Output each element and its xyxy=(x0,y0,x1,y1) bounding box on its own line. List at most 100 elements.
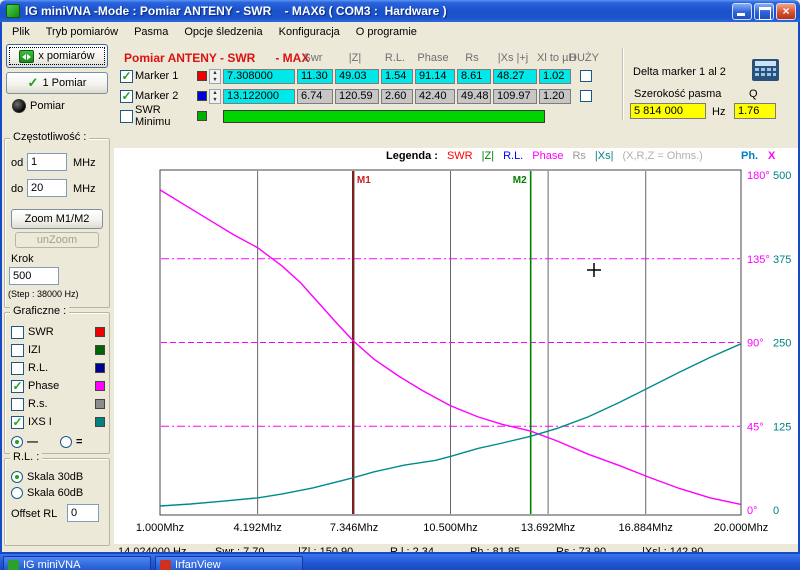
legend-title: Legenda : xyxy=(386,150,438,162)
rl-group-title: R.L. : xyxy=(10,451,43,463)
trace-row-xs: ✓ IXS I xyxy=(11,414,105,430)
spinner-down-icon[interactable]: ▼ xyxy=(210,77,220,83)
chart-legend: Legenda : SWR |Z| R.L. Phase Rs |Xs| (X,… xyxy=(386,150,703,162)
do-unit-label: MHz xyxy=(73,183,96,195)
svg-text:7.346Mhz: 7.346Mhz xyxy=(330,522,378,534)
marker2-z: 120.59 xyxy=(335,88,379,104)
scale-30db-label: Skala 30dB xyxy=(27,471,84,483)
spinner-up-icon[interactable]: ▲ xyxy=(210,90,220,97)
calculator-icon[interactable] xyxy=(752,59,779,81)
trace-xs-color-swatch xyxy=(95,417,105,427)
svg-text:135°: 135° xyxy=(747,254,770,266)
maximize-button[interactable] xyxy=(754,3,774,20)
rl-scale-60-row: Skala 60dB xyxy=(11,485,83,501)
line-style-double-radio[interactable] xyxy=(60,436,72,448)
svg-text:45°: 45° xyxy=(747,421,764,433)
title-bar: IG miniVNA -Mode : Pomiar ANTENY - SWR -… xyxy=(0,0,800,22)
menu-plik[interactable]: Plik xyxy=(4,24,38,40)
frequency-group: Częstotliwość : od MHz do MHz Zoom M1/M2… xyxy=(4,131,110,308)
offset-rl-input[interactable] xyxy=(67,504,99,522)
marker2-duzy-checkbox[interactable] xyxy=(580,90,592,102)
axis-label-x: X xyxy=(768,150,776,162)
line-style-solid-radio[interactable] xyxy=(11,436,23,448)
window-title: IG miniVNA -Mode : Pomiar ANTENY - SWR -… xyxy=(25,4,447,18)
menu-pasma[interactable]: Pasma xyxy=(126,24,176,40)
svg-text:0°: 0° xyxy=(747,505,758,517)
taskbar-item-irfanview[interactable]: IrfanView xyxy=(155,556,303,570)
marker1-row: ✓ Marker 1 ▲ ▼ 7.308000 11.30 49.03 1.54… xyxy=(120,68,599,84)
menu-opcje-sledzenia[interactable]: Opcje śledzenia xyxy=(176,24,270,40)
marker2-swr: 6.74 xyxy=(297,88,333,104)
marker1-z: 49.03 xyxy=(335,68,379,84)
do-label: do xyxy=(11,183,24,195)
q-value: 1.76 xyxy=(734,103,776,119)
freq-from-input[interactable] xyxy=(27,153,67,171)
single-measure-label: 1 Pomiar xyxy=(42,77,87,89)
taskbar: IG miniVNA IrfanView xyxy=(0,554,800,570)
marker1-frequency: 7.308000 xyxy=(223,68,295,84)
trace-swr-checkbox[interactable] xyxy=(11,325,24,339)
menu-tryb-pomiarow[interactable]: Tryb pomiarów xyxy=(38,24,126,40)
trace-row-rl: R.L. xyxy=(11,360,105,376)
marker1-xl: 1.02 xyxy=(539,68,571,84)
marker2-rs: 49.48 xyxy=(457,88,491,104)
irfanview-task-label: IrfanView xyxy=(175,559,221,570)
svg-text:500: 500 xyxy=(773,170,791,182)
trace-swr-color-swatch xyxy=(95,327,105,337)
delta-divider xyxy=(622,48,624,120)
marker1-duzy-checkbox[interactable] xyxy=(580,70,592,82)
krok-label: Krok xyxy=(11,253,34,265)
marker1-xs: 48.27 xyxy=(493,68,537,84)
svg-text:16.884Mhz: 16.884Mhz xyxy=(618,522,672,534)
single-measure-button[interactable]: ✓ 1 Pomiar xyxy=(6,72,108,94)
check-icon: ✓ xyxy=(27,75,39,90)
svg-text:180°: 180° xyxy=(747,170,770,182)
chart-svg[interactable]: 1.000Mhz 4.192Mhz 7.346Mhz 10.500Mhz 13.692M… xyxy=(114,166,798,544)
menu-konfiguracja[interactable]: Konfiguracja xyxy=(271,24,348,40)
column-rl: R.L. xyxy=(384,52,406,64)
trace-z-checkbox[interactable] xyxy=(11,343,24,357)
taskbar-item-minivna[interactable]: IG miniVNA xyxy=(3,556,151,570)
spinner-up-icon[interactable]: ▲ xyxy=(210,70,220,77)
spinner-down-icon[interactable]: ▼ xyxy=(210,97,220,103)
multi-measure-label: x pomiarów xyxy=(38,50,95,62)
swr-minimum-row: SWR Minimu xyxy=(120,104,545,128)
trace-xs-checkbox[interactable]: ✓ xyxy=(11,415,24,429)
close-button[interactable]: × xyxy=(776,3,796,20)
legend-rs: Rs xyxy=(572,150,586,162)
traces-group: Graficzne : SWR IZI R.L. ✓ Phase R.s. ✓ … xyxy=(4,305,110,454)
pomiar-led-icon[interactable] xyxy=(12,99,26,113)
column-phase: Phase xyxy=(417,52,449,64)
scale-30db-radio[interactable] xyxy=(11,471,23,483)
zoom-m1-m2-button[interactable]: Zoom M1/M2 xyxy=(11,209,103,229)
menu-o-programie[interactable]: O programie xyxy=(348,24,425,40)
marker2-spinner[interactable]: ▲ ▼ xyxy=(209,88,221,104)
marker1-spinner[interactable]: ▲ ▼ xyxy=(209,68,221,84)
krok-input[interactable] xyxy=(9,267,59,285)
multi-measure-button[interactable]: x pomiarów xyxy=(6,44,108,68)
irfanview-task-icon xyxy=(160,559,171,570)
od-unit-label: MHz xyxy=(73,157,96,169)
line-style-row: — = xyxy=(11,434,105,450)
trace-phase-checkbox[interactable]: ✓ xyxy=(11,379,24,393)
swr-minimum-checkbox[interactable] xyxy=(120,109,133,123)
q-label: Q xyxy=(749,88,758,100)
marker2-checkbox[interactable]: ✓ xyxy=(120,89,133,103)
marker2-xl: 1.20 xyxy=(539,88,571,104)
od-label: od xyxy=(11,157,24,169)
trace-rl-checkbox[interactable] xyxy=(11,361,24,375)
freq-to-input[interactable] xyxy=(27,179,67,197)
marker2-frequency: 13.122000 xyxy=(223,88,295,104)
trace-xs-label: IXS I xyxy=(28,416,52,428)
rl-scale-group: R.L. : Skala 30dB Skala 60dB Offset RL xyxy=(4,451,110,546)
marker1-checkbox[interactable]: ✓ xyxy=(120,69,133,83)
trace-rs-checkbox[interactable] xyxy=(11,397,24,411)
trace-row-z: IZI xyxy=(11,342,105,358)
chart-panel: 1.000Mhz 4.192Mhz 7.346Mhz 10.500Mhz 13.692M… xyxy=(114,148,798,544)
marker2-xs: 109.97 xyxy=(493,88,537,104)
column-z: |Z| xyxy=(348,52,362,64)
unzoom-button[interactable]: unZoom xyxy=(15,232,99,248)
scale-60db-radio[interactable] xyxy=(11,487,23,499)
multi-measure-icon xyxy=(19,49,35,63)
minimize-button[interactable] xyxy=(732,3,752,20)
